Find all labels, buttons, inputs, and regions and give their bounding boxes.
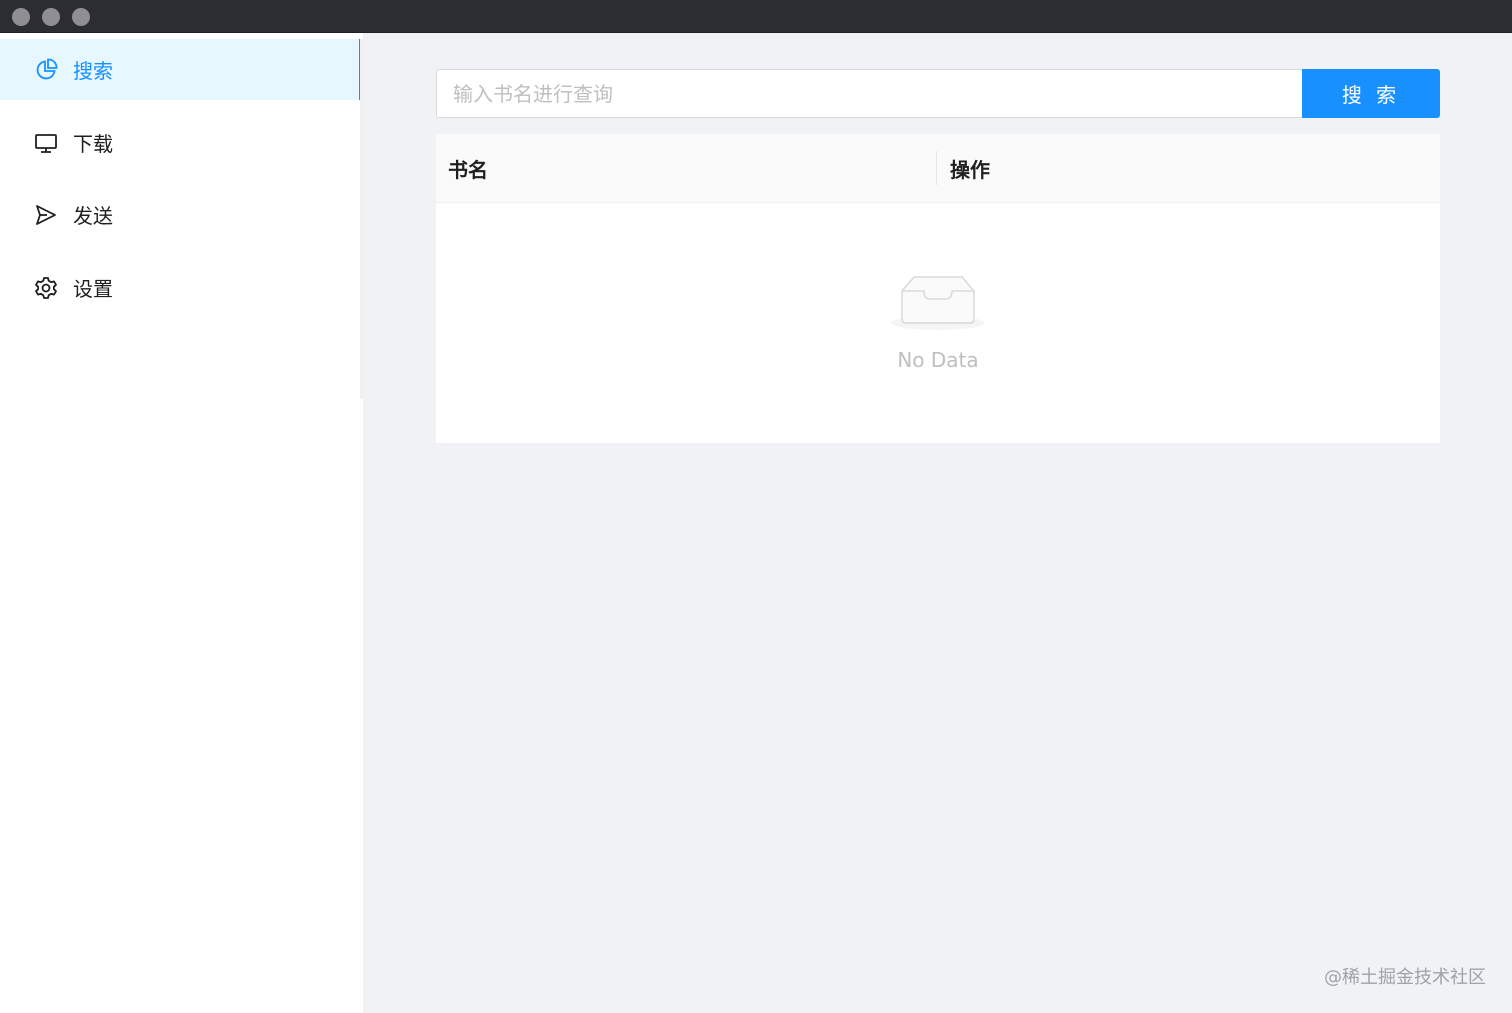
sidebar-item-download[interactable]: 下载: [0, 112, 363, 173]
gear-icon: [34, 276, 58, 300]
results-table: 书名 操作 No Data: [436, 134, 1440, 443]
desktop-icon: [34, 131, 58, 155]
search-input[interactable]: [436, 69, 1303, 118]
close-window-button[interactable]: [12, 8, 30, 26]
table-header: 书名 操作: [436, 134, 1440, 203]
sidebar: 搜索 下载 发送 设置: [0, 33, 363, 1013]
sidebar-item-search[interactable]: 搜索: [0, 39, 363, 100]
app-window: 搜索 下载 发送 设置 输入书名进行查询 搜 索 书名 操作 No Data @…: [0, 0, 1512, 1013]
sidebar-item-label: 发送: [73, 204, 113, 228]
sidebar-divider: [360, 39, 363, 399]
pie-chart-icon: [34, 58, 58, 82]
sidebar-item-send[interactable]: 发送: [0, 184, 363, 245]
minimize-window-button[interactable]: [42, 8, 60, 26]
sidebar-item-settings[interactable]: 设置: [0, 257, 363, 318]
watermark: @稀土掘金技术社区: [1324, 967, 1486, 988]
search-button[interactable]: 搜 索: [1302, 69, 1440, 118]
zoom-window-button[interactable]: [72, 8, 90, 26]
column-divider: [936, 151, 937, 185]
empty-text: No Data: [897, 348, 979, 372]
sidebar-item-label: 设置: [73, 277, 113, 301]
sidebar-item-label: 搜索: [73, 59, 113, 83]
send-icon: [34, 203, 58, 227]
sidebar-item-label: 下载: [73, 132, 113, 156]
column-header-actions: 操作: [950, 158, 990, 182]
empty-inbox-icon: [891, 276, 985, 330]
title-bar: [0, 0, 1512, 33]
empty-state: No Data: [436, 264, 1440, 374]
column-header-title: 书名: [448, 158, 488, 182]
